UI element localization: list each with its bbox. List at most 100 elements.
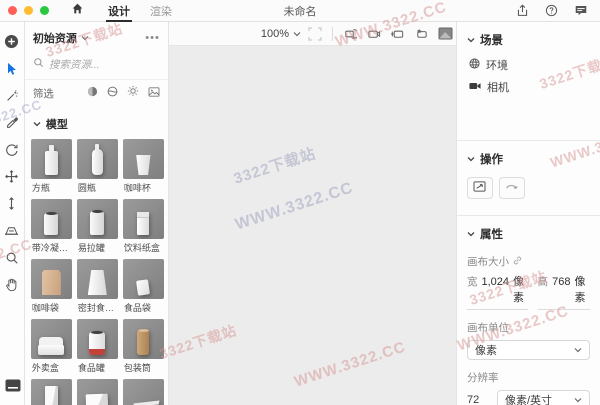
magic-wand-tool[interactable] [1,82,23,109]
chevron-down-icon[interactable] [81,35,89,41]
minimize-window-button[interactable] [24,6,33,15]
filter-models-icon[interactable] [87,84,98,102]
asset-item[interactable]: 咖啡袋 [30,259,72,314]
assets-panel-menu-button[interactable]: ••• [145,32,160,44]
search-placeholder: 搜索资源... [48,58,100,71]
chevron-down-icon [467,156,475,162]
share-icon[interactable] [516,4,529,17]
sampler-tool[interactable] [1,109,23,136]
rotate-tool[interactable] [1,136,23,163]
select-tool[interactable] [1,55,23,82]
asset-grid: 方瓶 圆瓶 咖啡杯 带冷凝水... 易拉罐 饮料纸盒 咖啡袋 密封食品袋 食品袋… [25,137,168,405]
pan-tool[interactable] [1,271,23,298]
asset-label: 咖啡袋 [30,299,72,314]
filter-label: 筛选 [32,87,54,100]
resolution-unit-select[interactable]: 像素/英寸 [496,390,590,405]
camera-label: 相机 [486,82,509,94]
dolly-camera-icon[interactable] [388,25,408,43]
asset-item[interactable]: 包装筒 [122,319,164,374]
render-preview-icon [5,379,21,397]
resolution-value-input[interactable]: 72 [467,394,489,405]
frame-canvas-icon[interactable] [305,25,325,43]
move-icon [4,169,19,184]
asset-label: 外卖盒 [30,359,72,374]
horizon-tool[interactable] [1,217,23,244]
chevron-down-icon [293,31,301,37]
asset-label: 易拉罐 [76,239,118,254]
asset-label: 密封食品袋 [76,299,118,314]
scene-section-header[interactable]: 场景 [457,22,600,54]
tab-render-label: 渲染 [150,5,172,18]
match-image-icon [505,181,519,195]
asset-item[interactable]: 打开盖子... [122,379,164,405]
match-image-button[interactable] [498,177,525,199]
resolution-label: 分辨率 [466,372,499,384]
chevron-down-icon [574,347,582,353]
width-label: 宽 [466,276,478,288]
scene-item-environment[interactable]: 环境 [457,54,600,76]
rotate-icon [4,142,19,157]
maximize-window-button[interactable] [40,6,49,15]
background-image-icon[interactable] [436,25,456,43]
actions-section-header[interactable]: 操作 [457,141,600,173]
feedback-icon[interactable] [574,4,588,17]
height-unit: 像素 [574,276,586,304]
link-dimensions-icon[interactable] [513,256,522,268]
asset-item[interactable]: 密封食品袋 [76,259,118,314]
asset-item[interactable]: 立方体箱子 [76,379,118,405]
filter-materials-icon[interactable] [107,84,118,102]
asset-item[interactable]: 饮料纸盒 [122,199,164,254]
scene-item-camera[interactable]: 相机 [457,76,600,98]
starter-assets-panel: 初始资源 ••• 搜索资源... 筛选 模型 方瓶 圆瓶 咖啡杯 带冷凝水... [24,22,169,405]
canvas-height-field[interactable]: 高 768 像素 [537,273,590,310]
filter-lights-icon[interactable] [127,84,139,102]
width-value: 1,024 [481,276,510,288]
environment-icon [469,58,480,72]
magic-wand-icon [5,89,19,103]
properties-section-header[interactable]: 属性 [457,216,600,248]
scale-tool[interactable] [1,190,23,217]
horizon-icon [4,224,19,237]
asset-item[interactable]: 食品袋 [122,259,164,314]
orbit-camera-icon[interactable] [340,25,360,43]
close-window-button[interactable] [8,6,17,15]
chevron-down-icon [467,231,475,237]
properties-section-title: 属性 [479,229,503,241]
zoom-tool[interactable] [1,244,23,271]
move-tool[interactable] [1,163,23,190]
asset-item[interactable]: 方瓶 [30,139,72,194]
chevron-down-icon [574,397,582,403]
filter-images-icon[interactable] [148,84,160,102]
height-label: 高 [537,276,549,288]
asset-item[interactable]: 带冷凝水... [30,199,72,254]
camera-bookmark-icon[interactable] [412,25,432,43]
camera-icon [469,81,481,94]
asset-item[interactable]: 食品罐 [76,319,118,374]
asset-item[interactable]: 高箱子 [30,379,72,405]
chevron-down-icon [467,37,475,43]
resize-canvas-button[interactable] [466,177,493,199]
models-section-label: 模型 [45,119,68,131]
zoom-level: 100% [260,27,289,40]
asset-item[interactable]: 外卖盒 [30,319,72,374]
canvas-unit-select[interactable]: 像素 [466,340,590,360]
help-icon[interactable] [545,4,558,17]
zoom-control[interactable]: 100% [261,28,301,40]
models-section-header[interactable]: 模型 [25,108,168,137]
canvas-width-field[interactable]: 宽 1,024 像素 [466,273,528,310]
tab-render[interactable]: 渲染 [140,0,182,22]
home-button[interactable] [71,2,84,20]
add-content-button[interactable] [1,28,23,55]
asset-item[interactable]: 咖啡杯 [122,139,164,194]
asset-label: 圆瓶 [76,179,118,194]
render-preview-toggle[interactable] [0,379,25,397]
asset-search-input[interactable]: 搜索资源... [25,50,168,79]
asset-item[interactable]: 圆瓶 [76,139,118,194]
pan-camera-icon[interactable] [364,25,384,43]
viewport[interactable] [168,45,456,405]
asset-label: 包装筒 [122,359,164,374]
tab-design[interactable]: 设计 [98,0,140,22]
magnifier-icon [5,251,19,265]
canvas-unit-value: 像素 [474,345,497,357]
asset-item[interactable]: 易拉罐 [76,199,118,254]
